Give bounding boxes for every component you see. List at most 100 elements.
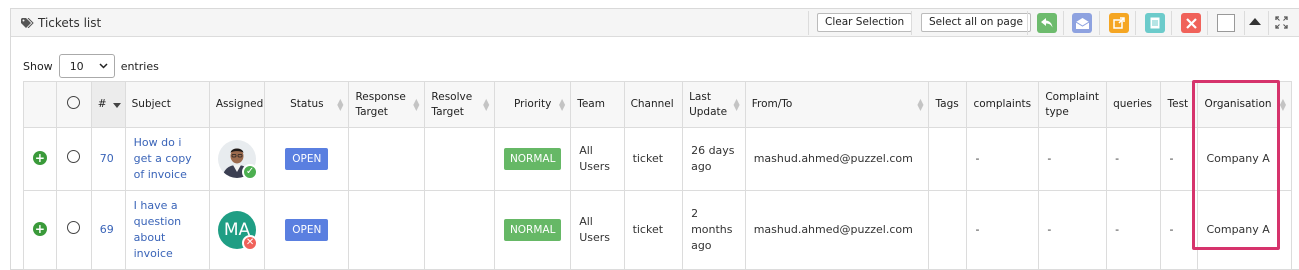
complaint-type-cell: - — [1038, 190, 1108, 270]
toolbar-divider — [1207, 11, 1208, 35]
priority-badge: NORMAL — [503, 219, 562, 241]
select-checkbox[interactable] — [1217, 14, 1235, 32]
status-badge: OPEN — [285, 148, 329, 170]
fullscreen-icon[interactable] — [1275, 16, 1288, 29]
online-check-icon: ✓ — [242, 164, 259, 180]
column-header-number[interactable]: # — [90, 81, 126, 128]
export-icon[interactable] — [1109, 13, 1129, 33]
column-header-status[interactable]: Status ▲ ▼ — [264, 81, 350, 128]
channel-cell: ticket — [623, 127, 684, 191]
close-icon[interactable] — [1181, 13, 1201, 33]
panel-title-text: Tickets list — [38, 16, 102, 30]
from-to-cell: mashud.ahmed@puzzel.com — [744, 190, 930, 270]
column-header-priority[interactable]: Priority ▲ ▼ — [494, 81, 572, 128]
toolbar-divider — [1099, 11, 1100, 35]
complaint-type-cell: - — [1038, 127, 1108, 191]
status-badge: OPEN — [285, 219, 329, 241]
row-select-radio[interactable] — [67, 221, 81, 234]
column-header-from-to[interactable]: From/To ▲ ▼ — [744, 81, 930, 128]
column-header-complaints[interactable]: complaints — [966, 81, 1040, 128]
avatar[interactable]: ✓ — [218, 140, 259, 180]
select-all-radio-header[interactable] — [55, 81, 92, 128]
queries-cell: - — [1106, 190, 1162, 270]
tickets-table: # Subject Assigned Status ▲ ▼ Response Tar… — [23, 81, 1292, 270]
subject-cell[interactable]: How do i get a copy of invoice — [124, 127, 210, 191]
panel-header: Tickets list Clear Selection Select all … — [11, 9, 1299, 37]
column-header-organisation[interactable]: Organisation ▲ ▼ — [1197, 81, 1292, 128]
test-cell: - — [1160, 190, 1199, 270]
column-header-last-update[interactable]: Last Update ▲ ▼ — [682, 81, 746, 128]
subject-cell[interactable]: I have a question about invoice — [124, 190, 210, 270]
show-label: Show — [23, 59, 53, 73]
priority-cell: NORMAL — [494, 190, 572, 270]
avatar[interactable]: MA ✕ — [218, 211, 259, 251]
entries-select-value: 10 — [69, 59, 84, 73]
reply-icon[interactable] — [1037, 13, 1057, 33]
expand-plus-icon[interactable]: + — [32, 151, 47, 165]
ticket-number-cell[interactable]: 70 — [90, 127, 126, 191]
toolbar-divider — [1135, 11, 1136, 35]
sort-icon: ▲ ▼ — [559, 96, 566, 112]
ticket-number-link[interactable]: 70 — [100, 152, 114, 165]
complaints-cell: - — [966, 190, 1040, 270]
tags-cell — [928, 190, 968, 270]
assigned-cell: ✓ — [208, 127, 266, 191]
priority-cell: NORMAL — [494, 127, 572, 191]
sort-icon: ▲ ▼ — [337, 96, 344, 112]
select-cell[interactable] — [55, 190, 92, 270]
ticket-number-link[interactable]: 69 — [100, 223, 114, 236]
test-cell: - — [1160, 127, 1199, 191]
panel-title: Tickets list — [21, 16, 101, 30]
expand-cell[interactable]: + — [23, 127, 57, 191]
clear-selection-button[interactable]: Clear Selection — [817, 13, 913, 32]
table-row[interactable]: + 70 How do i get a copy of invoice ✓ OP… — [23, 127, 1292, 191]
channel-cell: ticket — [623, 190, 684, 270]
column-header-response-target[interactable]: Response Target ▲ ▼ — [348, 81, 426, 128]
column-header-assigned[interactable]: Assigned — [208, 81, 266, 128]
select-all-on-page-button[interactable]: Select all on page — [921, 13, 1031, 32]
entries-label: entries — [120, 59, 159, 73]
table-row[interactable]: + 69 I have a question about invoice MA … — [23, 190, 1292, 270]
select-cell[interactable] — [55, 127, 92, 191]
expand-plus-icon[interactable]: + — [32, 222, 47, 236]
last-update-cell: 26 days ago — [682, 127, 746, 191]
column-header-resolve-target[interactable]: Resolve Target ▲ ▼ — [424, 81, 496, 128]
document-icon[interactable] — [1145, 13, 1165, 33]
sort-icon: ▲ ▼ — [733, 96, 740, 112]
resolve-target-cell — [424, 190, 496, 270]
complaints-cell: - — [966, 127, 1040, 191]
entries-length-control: Show 10 entries — [23, 54, 159, 78]
select-all-radio[interactable] — [67, 95, 81, 109]
expand-cell[interactable]: + — [23, 190, 57, 270]
resolve-target-cell — [424, 127, 496, 191]
ticket-subject-link[interactable]: How do i get a copy of invoice — [134, 136, 192, 181]
column-header-queries[interactable]: queries — [1106, 81, 1162, 128]
toolbar-divider — [1244, 11, 1245, 35]
column-header-test[interactable]: Test — [1160, 81, 1199, 128]
collapse-icon[interactable] — [1249, 18, 1261, 25]
sort-icon: ▲ ▼ — [1279, 96, 1286, 112]
tags-cell — [928, 127, 968, 191]
from-to-cell: mashud.ahmed@puzzel.com — [744, 127, 930, 191]
toolbar-divider — [1268, 11, 1269, 35]
entries-select[interactable]: 10 — [58, 54, 115, 78]
column-header-tags[interactable]: Tags — [928, 81, 968, 128]
envelope-open-icon[interactable] — [1072, 13, 1092, 33]
queries-cell: - — [1106, 127, 1162, 191]
column-header-subject[interactable]: Subject — [124, 81, 210, 128]
toolbar-divider — [1027, 11, 1028, 35]
team-cell: All Users — [570, 190, 625, 270]
ticket-subject-link[interactable]: I have a question about invoice — [134, 199, 182, 260]
tag-icon — [21, 18, 34, 28]
sort-desc-icon — [112, 103, 121, 108]
column-header-channel[interactable]: Channel — [623, 81, 684, 128]
column-header-complaint-type[interactable]: Complaint type — [1038, 81, 1108, 128]
chevron-down-icon — [99, 63, 108, 69]
expand-column-header — [23, 81, 57, 128]
toolbar-divider — [808, 11, 809, 35]
column-header-team[interactable]: Team — [570, 81, 625, 128]
status-cell: OPEN — [264, 127, 350, 191]
ticket-number-cell[interactable]: 69 — [90, 190, 126, 270]
row-select-radio[interactable] — [67, 150, 81, 163]
status-cell: OPEN — [264, 190, 350, 270]
